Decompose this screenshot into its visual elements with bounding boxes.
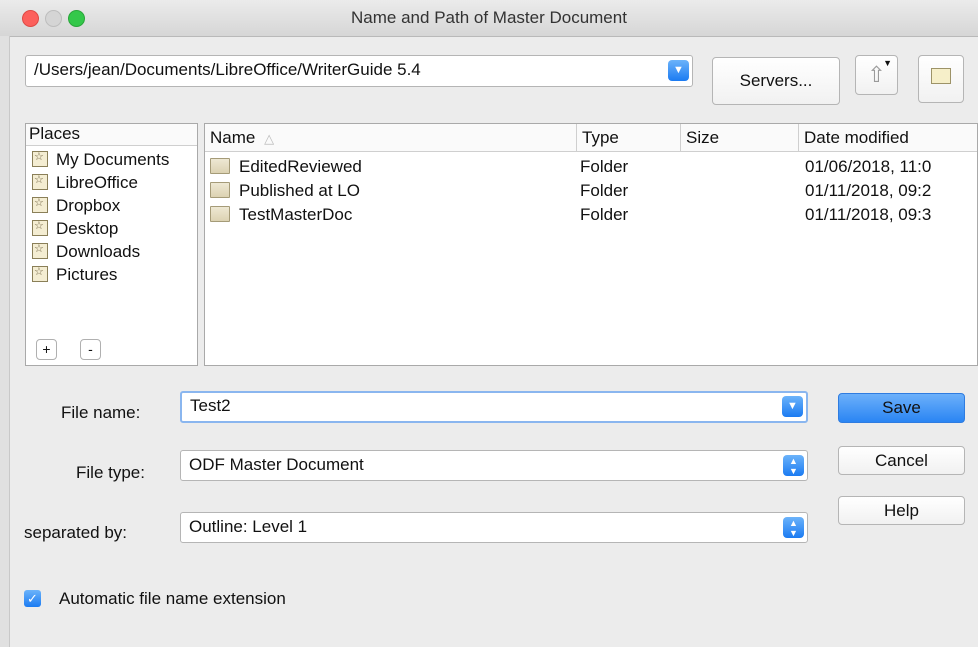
add-place-button[interactable]: +	[36, 339, 57, 360]
place-label: Downloads	[56, 242, 141, 261]
sort-ascending-icon: △	[264, 131, 275, 146]
file-name-label: File name:	[61, 403, 141, 422]
column-size-label: Size	[686, 128, 720, 147]
folder-icon	[210, 158, 230, 174]
file-type-label: File type:	[76, 463, 145, 482]
remove-place-label: -	[88, 341, 93, 357]
place-item-downloads[interactable]: Downloads	[32, 242, 140, 264]
chevron-down-icon[interactable]: ▼	[782, 396, 803, 417]
column-header-date[interactable]: Date modified	[799, 124, 977, 152]
column-header-size[interactable]: Size	[681, 124, 799, 152]
place-label: Dropbox	[56, 196, 121, 215]
file-type-cell: Folder	[580, 157, 629, 176]
column-header-name[interactable]: Name △	[205, 124, 577, 152]
new-folder-icon	[931, 68, 951, 84]
path-combo[interactable]: /Users/jean/Documents/LibreOffice/Writer…	[25, 55, 693, 87]
place-label: Pictures	[56, 265, 118, 284]
file-name-cell: EditedReviewed	[210, 157, 362, 177]
column-header-type[interactable]: Type	[577, 124, 681, 152]
updown-chevron-icon[interactable]: ▲ ▼	[783, 517, 804, 538]
title-bar: Name and Path of Master Document	[0, 0, 978, 37]
place-item-dropbox[interactable]: Dropbox	[32, 196, 120, 218]
place-label: Desktop	[56, 219, 119, 238]
file-name: TestMasterDoc	[239, 205, 353, 224]
column-name-label: Name	[210, 128, 256, 147]
file-list: Name △ Type Size Date modified EditedRev…	[204, 123, 978, 366]
folder-icon	[210, 182, 230, 198]
bookmark-folder-icon	[32, 196, 48, 213]
auto-extension-label: Automatic file name extension	[59, 589, 286, 608]
save-label: Save	[882, 398, 921, 417]
window-title: Name and Path of Master Document	[351, 8, 627, 27]
help-label: Help	[884, 501, 919, 520]
file-type-cell: Folder	[580, 205, 629, 224]
bookmark-folder-icon	[32, 242, 48, 259]
places-header: Places	[26, 124, 197, 146]
file-date-cell: 01/06/2018, 11:0	[805, 157, 932, 176]
auto-extension-checkbox[interactable]: ✓	[24, 590, 41, 607]
bookmark-folder-icon	[32, 265, 48, 282]
file-type-cell: Folder	[580, 181, 629, 200]
window-edge	[0, 36, 10, 647]
dropdown-indicator-icon: ▼	[883, 58, 892, 68]
bookmark-folder-icon	[32, 219, 48, 236]
cancel-button[interactable]: Cancel	[838, 446, 965, 475]
file-name-value: Test2	[190, 396, 231, 415]
path-value: /Users/jean/Documents/LibreOffice/Writer…	[34, 60, 421, 79]
separated-by-value: Outline: Level 1	[189, 517, 308, 536]
updown-chevron-icon[interactable]: ▲ ▼	[783, 455, 804, 476]
place-item-my-documents[interactable]: My Documents	[32, 150, 169, 172]
place-label: My Documents	[56, 150, 170, 169]
file-name-cell: Published at LO	[210, 181, 360, 201]
cancel-label: Cancel	[875, 451, 928, 470]
file-name-cell: TestMasterDoc	[210, 205, 352, 225]
checkmark-icon: ✓	[27, 591, 38, 606]
file-name: EditedReviewed	[239, 157, 362, 176]
separated-by-select[interactable]: Outline: Level 1 ▲ ▼	[180, 512, 808, 543]
help-button[interactable]: Help	[838, 496, 965, 525]
servers-label: Servers...	[739, 71, 813, 90]
file-type-value: ODF Master Document	[189, 455, 364, 474]
place-item-desktop[interactable]: Desktop	[32, 219, 118, 241]
places-panel: Places My Documents LibreOffice Dropbox …	[25, 123, 198, 366]
servers-button[interactable]: Servers...	[712, 57, 840, 105]
place-label: LibreOffice	[56, 173, 138, 192]
file-date-cell: 01/11/2018, 09:3	[805, 205, 932, 224]
file-name-input[interactable]: Test2 ▼	[180, 391, 808, 423]
column-type-label: Type	[582, 128, 619, 147]
folder-icon	[210, 206, 230, 222]
file-date-cell: 01/11/2018, 09:2	[805, 181, 932, 200]
new-folder-button[interactable]	[918, 55, 964, 103]
chevron-down-icon[interactable]: ▼	[668, 60, 689, 81]
bookmark-folder-icon	[32, 150, 48, 167]
file-type-select[interactable]: ODF Master Document ▲ ▼	[180, 450, 808, 481]
save-button[interactable]: Save	[838, 393, 965, 423]
column-date-label: Date modified	[804, 128, 909, 147]
remove-place-button[interactable]: -	[80, 339, 101, 360]
add-place-label: +	[42, 341, 51, 357]
bookmark-folder-icon	[32, 173, 48, 190]
place-item-libreoffice[interactable]: LibreOffice	[32, 173, 138, 195]
up-level-button[interactable]: ⇧ ▼	[855, 55, 898, 95]
place-item-pictures[interactable]: Pictures	[32, 265, 117, 287]
file-name: Published at LO	[239, 181, 360, 200]
separated-by-label: separated by:	[24, 523, 128, 542]
